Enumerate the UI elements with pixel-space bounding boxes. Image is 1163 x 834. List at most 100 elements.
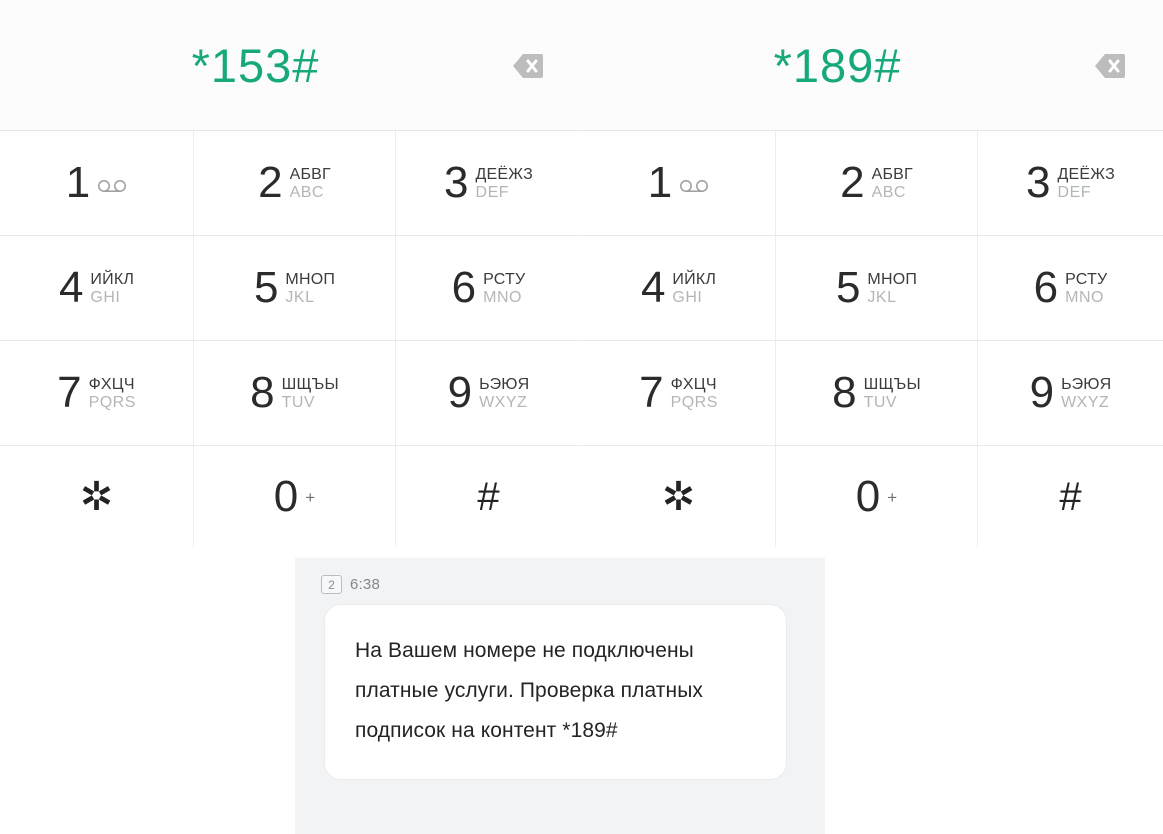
key-letters-en: DEF <box>1057 184 1092 201</box>
key-digit: 4 <box>58 263 84 312</box>
key-1[interactable]: 1 <box>0 131 194 236</box>
key-digit: 6 <box>451 263 477 312</box>
key-letters-ru: РСТУ <box>1065 271 1108 289</box>
key-digit: 0 <box>855 471 881 521</box>
key-hash[interactable]: # <box>978 446 1163 547</box>
key-digit: 4 <box>640 263 666 312</box>
key-digit: 5 <box>835 263 861 312</box>
key-digit: 9 <box>1029 368 1055 417</box>
key-letters-en: GHI <box>90 289 121 306</box>
dialer-panel-right: *189# 1 2 АБВГ ABC 3 ДЕЁЖЗ DEF 4 ИЙКЛ GH… <box>582 0 1163 547</box>
key-letters-en: TUV <box>281 394 316 411</box>
key-letters-ru: ЬЭЮЯ <box>479 376 530 394</box>
sms-message-text: На Вашем номере не подключены платные ус… <box>355 639 703 742</box>
sms-message-bubble[interactable]: На Вашем номере не подключены платные ус… <box>324 604 787 780</box>
key-6[interactable]: 6 РСТУ MNO <box>978 236 1163 341</box>
ussd-code-text-left: *153# <box>191 39 320 92</box>
ussd-display-left: *153# <box>0 0 581 130</box>
sms-message-meta: 2 6:38 <box>321 575 380 594</box>
key-letters-ru: ДЕЁЖЗ <box>475 166 533 184</box>
key-digit: 3 <box>1026 158 1051 207</box>
key-asterisk[interactable]: ✲ <box>0 446 194 547</box>
key-3[interactable]: 3 ДЕЁЖЗ DEF <box>978 131 1163 236</box>
voicemail-icon <box>97 179 127 193</box>
key-5[interactable]: 5 МНОП JKL <box>194 236 396 341</box>
key-8[interactable]: 8 ШЩЪЫ TUV <box>776 341 978 446</box>
key-digit: 7 <box>57 368 82 417</box>
key-digit: 8 <box>832 368 857 417</box>
key-letters-ru: ШЩЪЫ <box>863 376 921 394</box>
sms-timestamp: 6:38 <box>350 576 380 593</box>
key-4[interactable]: 4 ИЙКЛ GHI <box>0 236 194 341</box>
key-7[interactable]: 7 ФХЦЧ PQRS <box>582 341 776 446</box>
key-8[interactable]: 8 ШЩЪЫ TUV <box>194 341 396 446</box>
key-9[interactable]: 9 ЬЭЮЯ WXYZ <box>978 341 1163 446</box>
key-letters-en: TUV <box>863 394 898 411</box>
voicemail-icon <box>679 179 709 193</box>
key-letters-en: ABC <box>871 184 906 201</box>
dialer-panel-left: *153# 1 2 АБВГ ABC 3 ДЕЁЖЗ DEF 4 ИЙКЛ GH… <box>0 0 581 547</box>
asterisk-icon: ✲ <box>661 474 696 519</box>
key-0[interactable]: 0 + <box>776 446 978 547</box>
key-2[interactable]: 2 АБВГ ABC <box>194 131 396 236</box>
key-letters-ru: ЬЭЮЯ <box>1061 376 1112 394</box>
key-letters-ru: ФХЦЧ <box>88 376 135 394</box>
key-0[interactable]: 0 + <box>194 446 396 547</box>
key-letters-en: ABC <box>289 184 324 201</box>
sim-slot-badge: 2 <box>321 575 342 594</box>
key-digit: 2 <box>258 158 283 207</box>
key-5[interactable]: 5 МНОП JKL <box>776 236 978 341</box>
hash-icon: # <box>477 474 500 519</box>
key-letters-en: PQRS <box>88 394 136 411</box>
key-digit: 2 <box>840 158 865 207</box>
key-4[interactable]: 4 ИЙКЛ GHI <box>582 236 776 341</box>
key-letters-en: WXYZ <box>479 394 528 411</box>
key-digit: 1 <box>65 158 91 207</box>
plus-sign: + <box>887 487 898 507</box>
key-letters-en: JKL <box>867 289 897 306</box>
sms-conversation-panel: 2 6:38 На Вашем номере не подключены пла… <box>295 558 825 834</box>
keypad-grid-right: 1 2 АБВГ ABC 3 ДЕЁЖЗ DEF 4 ИЙКЛ GHI 5 МН… <box>582 130 1163 547</box>
key-letters-ru: АБВГ <box>871 166 913 184</box>
keypad-grid-left: 1 2 АБВГ ABC 3 ДЕЁЖЗ DEF 4 ИЙКЛ GHI 5 МН… <box>0 130 581 547</box>
key-digit: 9 <box>447 368 473 417</box>
key-letters-ru: РСТУ <box>483 271 526 289</box>
key-letters-ru: ДЕЁЖЗ <box>1057 166 1115 184</box>
key-digit: 7 <box>639 368 664 417</box>
key-hash[interactable]: # <box>396 446 581 547</box>
key-asterisk[interactable]: ✲ <box>582 446 776 547</box>
ussd-display-right: *189# <box>582 0 1163 130</box>
key-letters-en: PQRS <box>670 394 718 411</box>
key-letters-en: MNO <box>483 289 522 306</box>
key-6[interactable]: 6 РСТУ MNO <box>396 236 581 341</box>
ussd-code-text-right: *189# <box>773 39 902 92</box>
plus-sign: + <box>305 487 316 507</box>
key-digit: 3 <box>444 158 469 207</box>
key-3[interactable]: 3 ДЕЁЖЗ DEF <box>396 131 581 236</box>
key-digit: 8 <box>250 368 275 417</box>
key-letters-ru: ИЙКЛ <box>672 271 717 289</box>
key-letters-ru: АБВГ <box>289 166 331 184</box>
key-7[interactable]: 7 ФХЦЧ PQRS <box>0 341 194 446</box>
asterisk-icon: ✲ <box>79 474 114 519</box>
key-letters-ru: ШЩЪЫ <box>281 376 339 394</box>
key-letters-ru: ФХЦЧ <box>670 376 717 394</box>
key-9[interactable]: 9 ЬЭЮЯ WXYZ <box>396 341 581 446</box>
hash-icon: # <box>1059 474 1082 519</box>
key-letters-ru: ИЙКЛ <box>90 271 135 289</box>
key-letters-en: MNO <box>1065 289 1104 306</box>
key-1[interactable]: 1 <box>582 131 776 236</box>
key-digit: 6 <box>1033 263 1059 312</box>
backspace-delete-icon[interactable] <box>499 50 543 82</box>
key-letters-en: GHI <box>672 289 703 306</box>
key-2[interactable]: 2 АБВГ ABC <box>776 131 978 236</box>
key-digit: 5 <box>253 263 279 312</box>
key-letters-en: JKL <box>285 289 315 306</box>
key-letters-ru: МНОП <box>867 271 918 289</box>
key-letters-en: DEF <box>475 184 510 201</box>
key-letters-ru: МНОП <box>285 271 336 289</box>
backspace-delete-icon[interactable] <box>1081 50 1125 82</box>
key-digit: 0 <box>273 471 299 521</box>
key-letters-en: WXYZ <box>1061 394 1110 411</box>
key-digit: 1 <box>647 158 673 207</box>
